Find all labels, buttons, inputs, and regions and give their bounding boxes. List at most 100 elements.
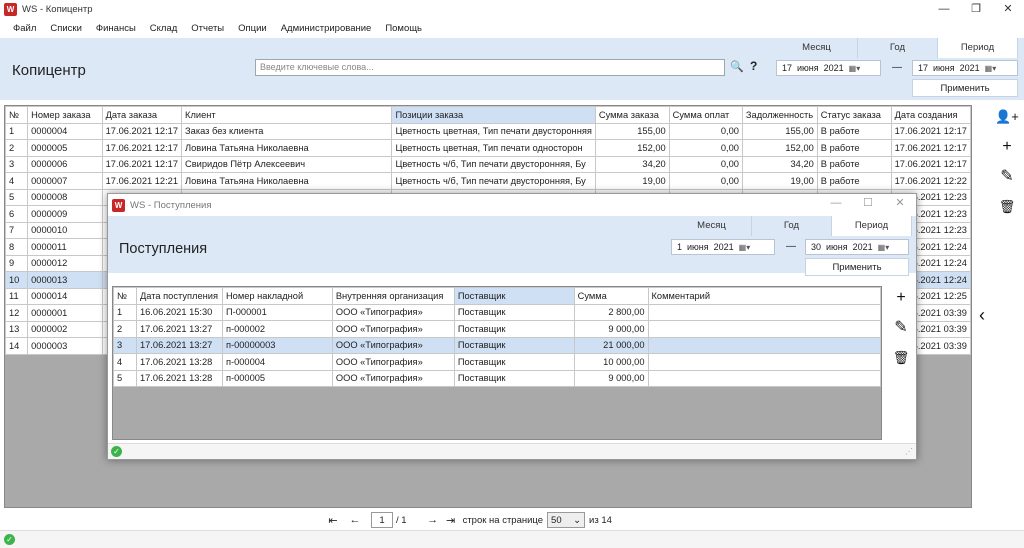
dialog-date-to-field[interactable]: 30 июня 2021 ▦▾ [805, 239, 909, 255]
receipts-row[interactable]: 1 16.06.2021 15:30 П-000001 ООО «Типография… [113, 303, 882, 321]
orders-cell: 2 [4, 139, 29, 157]
tab-period[interactable]: Период [938, 38, 1018, 58]
orders-cell: 0000003 [27, 337, 103, 355]
receipts-col-header[interactable]: Поставщик [453, 287, 575, 305]
calendar-icon[interactable]: ▦▾ [985, 64, 997, 73]
orders-cell: 17.06.2021 12:17 [890, 122, 972, 140]
page-input[interactable]: 1 [371, 512, 393, 528]
receipts-cell: п-000005 [221, 369, 333, 387]
receipts-row[interactable]: 2 17.06.2021 13:27 п-000002 ООО «Типография… [113, 320, 882, 338]
receipts-col-header[interactable]: Внутренняя организация [331, 287, 455, 305]
orders-col-header[interactable]: Клиент [181, 106, 393, 124]
title-bar: W WS - Копицентр — ❐ ✕ [0, 0, 1024, 18]
date-to-field[interactable]: 17 июня 2021 ▦▾ [912, 60, 1018, 76]
orders-col-header[interactable]: Сумма оплат [668, 106, 743, 124]
orders-row[interactable]: 1 0000004 17.06.2021 12:17 Заказ без клиент… [4, 122, 972, 140]
tab-month[interactable]: Месяц [776, 38, 858, 58]
receipts-row[interactable]: 3 17.06.2021 13:27 п-00000003 ООО «Типограф… [113, 336, 882, 354]
trash-icon: 🗑 [892, 350, 910, 365]
menu-options[interactable]: Опции [231, 23, 274, 34]
orders-cell: 0000012 [27, 254, 103, 272]
receipts-col-header[interactable]: № [113, 287, 137, 305]
receipts-col-header[interactable]: Дата поступления [135, 287, 223, 305]
maximize-button[interactable]: ❐ [960, 0, 992, 18]
collapse-button[interactable]: ‹ [975, 302, 989, 328]
dialog-apply-button[interactable]: Применить [805, 258, 909, 276]
receipts-col-header[interactable]: Сумма [573, 287, 649, 305]
delete-button[interactable]: 🗑 [993, 194, 1021, 220]
orders-cell: 17.06.2021 12:17 [890, 155, 972, 173]
menu-warehouse[interactable]: Склад [143, 23, 185, 34]
receipts-col-header[interactable]: Комментарий [647, 287, 882, 305]
orders-cell: 17.06.2021 12:17 [101, 155, 183, 173]
add-person-button[interactable]: 👤+ [993, 104, 1021, 130]
dialog-date-from-day: 1 [677, 242, 683, 252]
receipts-row[interactable]: 5 17.06.2021 13:28 п-000005 ООО «Типография… [113, 369, 882, 387]
dialog-date-from-month: июня [687, 242, 709, 252]
receipts-cell: 10 000,00 [573, 353, 649, 371]
minimize-button[interactable]: — [928, 0, 960, 18]
add-button[interactable]: + [993, 134, 1021, 160]
help-icon[interactable]: ? [750, 59, 757, 73]
receipts-cell [647, 320, 882, 338]
dialog-maximize-button[interactable]: ☐ [852, 194, 884, 212]
date-from-field[interactable]: 17 июня 2021 ▦▾ [776, 60, 881, 76]
dialog-minimize-button[interactable]: — [820, 194, 852, 212]
window-title: WS - Копицентр [22, 3, 93, 15]
orders-col-header[interactable]: Сумма заказа [594, 106, 670, 124]
orders-col-header[interactable]: Дата создания [890, 106, 972, 124]
resize-grip-icon[interactable]: ⋰ [905, 447, 913, 456]
menu-reports[interactable]: Отчеты [184, 23, 231, 34]
menu-finance[interactable]: Финансы [89, 23, 143, 34]
menu-help[interactable]: Помощь [378, 23, 429, 34]
dialog-date-from-year: 2021 [713, 242, 734, 252]
orders-cell: 0000007 [27, 172, 103, 190]
menu-file[interactable]: Файл [6, 23, 43, 34]
last-page-button[interactable]: ⇥ [443, 514, 459, 527]
dialog-edit-button[interactable]: ✎ [887, 315, 915, 341]
dialog-add-button[interactable]: + [887, 285, 915, 311]
receipts-cell: Поставщик [453, 353, 575, 371]
calendar-icon[interactable]: ▦▾ [739, 243, 751, 252]
dialog-tab-period[interactable]: Период [832, 216, 912, 236]
orders-cell: 3 [4, 155, 29, 173]
close-button[interactable]: ✕ [992, 0, 1024, 18]
orders-cell: 155,00 [741, 122, 818, 140]
first-page-button[interactable]: ⇤ [325, 514, 341, 527]
calendar-icon[interactable]: ▦▾ [849, 64, 861, 73]
orders-col-header[interactable]: Дата заказа [101, 106, 183, 124]
orders-col-header[interactable]: Статус заказа [816, 106, 892, 124]
dialog-close-button[interactable]: ✕ [884, 194, 916, 212]
orders-col-header[interactable]: Номер заказа [27, 106, 103, 124]
menu-lists[interactable]: Списки [43, 23, 89, 34]
receipts-row[interactable]: 4 17.06.2021 13:28 п-000004 ООО «Типография… [113, 353, 882, 371]
orders-cell: 0000006 [27, 155, 103, 173]
orders-row[interactable]: 4 0000007 17.06.2021 12:21 Ловина Татьяна Н… [4, 172, 972, 190]
dialog-delete-button[interactable]: 🗑 [887, 345, 915, 371]
orders-col-header[interactable]: Задолженность [741, 106, 818, 124]
next-page-button[interactable]: → [425, 514, 441, 526]
calendar-icon[interactable]: ▦▾ [878, 243, 890, 252]
orders-cell: 0000011 [27, 238, 103, 256]
dialog-tab-month[interactable]: Месяц [672, 216, 752, 236]
dialog-title: WS - Поступления [130, 199, 212, 211]
tab-year[interactable]: Год [858, 38, 938, 58]
orders-row[interactable]: 2 0000005 17.06.2021 12:17 Ловина Татьяна Н… [4, 139, 972, 157]
menu-administration[interactable]: Администрирование [274, 23, 379, 34]
search-input[interactable]: Введите ключевые слова... [255, 59, 725, 76]
dialog-tab-year[interactable]: Год [752, 216, 832, 236]
orders-col-header[interactable]: Позиции заказа [391, 106, 596, 124]
search-icon[interactable]: 🔍 [730, 60, 744, 73]
orders-row[interactable]: 3 0000006 17.06.2021 12:17 Свиридов Пётр Ал… [4, 155, 972, 173]
apply-button[interactable]: Применить [912, 79, 1018, 97]
page-title: Копицентр [12, 62, 86, 79]
rows-per-page-select[interactable]: 50 ⌄ [547, 512, 586, 528]
orders-col-header[interactable]: № [4, 106, 29, 124]
receipts-col-header[interactable]: Номер накладной [221, 287, 333, 305]
receipts-cell: 9 000,00 [573, 320, 649, 338]
receipts-dialog: W WS - Поступления — ☐ ✕ Поступления Мес… [107, 193, 917, 460]
edit-button[interactable]: ✎ [993, 164, 1021, 190]
receipts-cell: 16.06.2021 15:30 [135, 303, 223, 321]
dialog-date-from-field[interactable]: 1 июня 2021 ▦▾ [671, 239, 775, 255]
prev-page-button[interactable]: ← [347, 514, 363, 526]
